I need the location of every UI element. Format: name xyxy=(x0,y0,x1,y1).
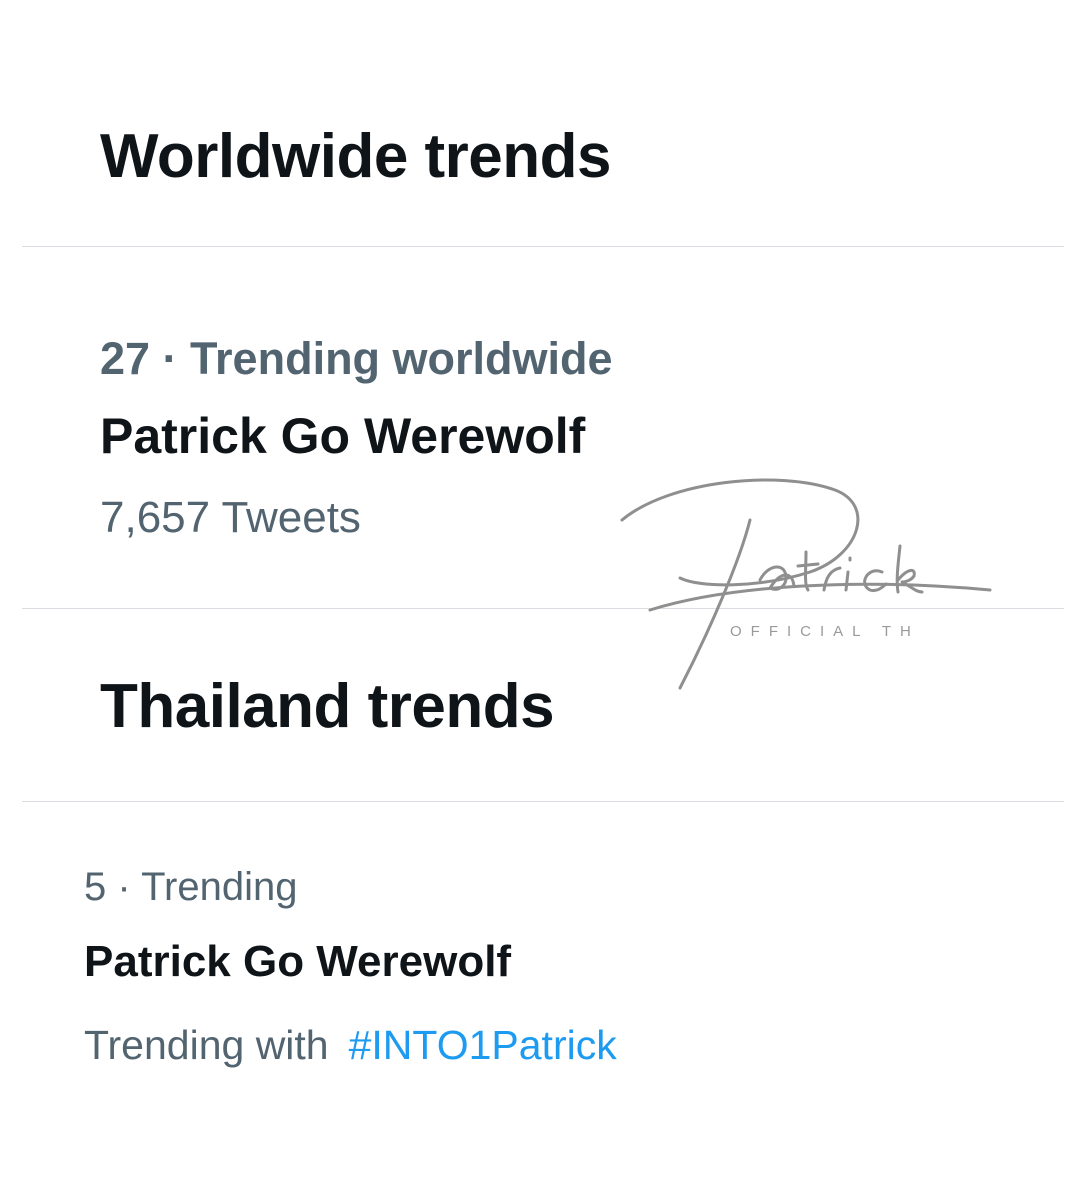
watermark-subtitle: OFFICIAL TH xyxy=(730,623,920,640)
thailand-trending-with: Trending with #INTO1Patrick xyxy=(84,1025,617,1066)
thailand-trends-title: Thailand trends xyxy=(100,672,555,741)
divider xyxy=(22,801,1064,802)
worldwide-trend-tweet-count: 7,657 Tweets xyxy=(100,493,361,542)
worldwide-trends-title: Worldwide trends xyxy=(100,122,612,191)
divider xyxy=(22,608,1064,609)
signature-watermark xyxy=(620,478,992,690)
thailand-trend-rank: 5 · Trending xyxy=(84,865,298,909)
worldwide-trend-rank: 27 · Trending worldwide xyxy=(100,333,613,384)
worldwide-trend-name[interactable]: Patrick Go Werewolf xyxy=(100,411,585,461)
divider xyxy=(22,246,1064,247)
hashtag-link[interactable]: #INTO1Patrick xyxy=(349,1022,617,1068)
trending-with-label: Trending with xyxy=(84,1022,329,1068)
thailand-trend-name[interactable]: Patrick Go Werewolf xyxy=(84,940,511,984)
